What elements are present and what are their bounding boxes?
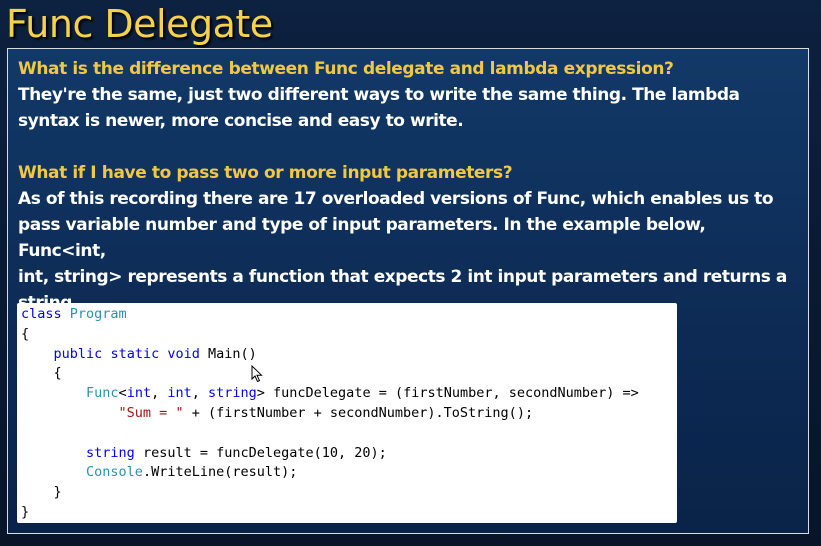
code-line-3: public static void Main() [21,345,677,365]
answer-2-line-2: pass variable number and type of input p… [18,215,706,261]
code-text: .WriteLine(result); [142,464,298,481]
code-text: , [151,385,168,402]
code-type: Console [86,464,143,481]
code-panel: class Program { public static void Main(… [17,303,677,523]
code-line-2: { [21,325,30,342]
answer-1-line-2: syntax is newer, more concise and easy t… [18,111,464,131]
question-1: What is the difference between Func dele… [18,59,674,79]
code-text: < [118,385,127,402]
answer-1-line-1: They're the same, just two different way… [18,85,740,105]
code-text: Main() [199,345,257,362]
code-line-9: Console.WriteLine(result); [21,463,677,483]
code-keyword: string [208,385,257,402]
code-keyword: int [167,385,192,402]
code-text: + (firstNumber + secondNumber).ToString(… [183,404,534,421]
code-keyword: static [110,345,160,362]
qa-block-1: What is the difference between Func dele… [18,56,798,134]
code-text: > funcDelegate = (firstNumber, secondNum… [256,385,639,402]
question-2: What if I have to pass two or more input… [18,163,513,183]
code-line-10: } [21,484,62,501]
code-line-5: Func<int, int, string> funcDelegate = (f… [21,384,677,404]
code-keyword: public [53,345,103,362]
code-text: result = funcDelegate(10, 20); [134,444,387,461]
answer-2-line-3: int, string> represents a function that … [18,267,787,287]
code-text: , [191,385,208,402]
qa-block-2: What if I have to pass two or more input… [18,160,798,316]
content-box: What is the difference between Func dele… [7,48,809,534]
code-string: "Sum = " [118,404,184,421]
code-keyword: int [126,385,152,402]
code-keyword: class [21,306,62,322]
code-line-1: class Program [21,305,677,325]
code-line-4: { [21,365,62,382]
answer-2-line-1: As of this recording there are 17 overlo… [18,189,774,209]
code-line-6: "Sum = " + (firstNumber + secondNumber).… [21,404,677,424]
code-type: Program [69,306,127,322]
code-line-11: } [21,503,30,520]
mouse-cursor-icon [251,365,263,383]
code-type: Func [86,385,119,402]
code-keyword: void [167,345,200,362]
code-line-8: string result = funcDelegate(10, 20); [21,444,677,464]
slide-title: Func Delegate [6,2,273,46]
code-keyword: string [86,444,135,461]
